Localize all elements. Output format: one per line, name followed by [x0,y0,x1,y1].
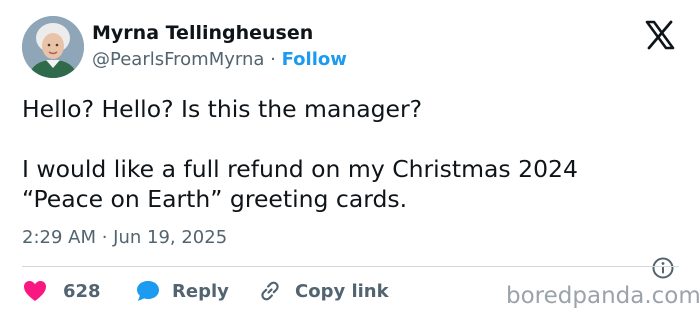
watermark: boredpanda.com [506,283,700,309]
separator-dot: · [270,49,276,70]
x-logo-icon[interactable] [644,20,676,50]
reply-button[interactable]: Reply [135,276,229,306]
tweet-timestamp[interactable]: 2:29 AM · Jun 19, 2025 [22,227,227,248]
tweet-line: I would like a full refund on my Christm… [22,155,578,183]
like-count: 628 [63,280,101,302]
author-name[interactable]: Myrna Tellingheusen [92,22,313,44]
copy-link-label: Copy link [295,280,389,302]
tweet-line: Hello? Hello? Is this the manager? [22,95,423,123]
divider [22,266,679,267]
author-handle[interactable]: @PearlsFromMyrna [92,49,264,70]
follow-button[interactable]: Follow [282,49,347,70]
copy-link-button[interactable]: Copy link [258,276,389,306]
link-icon [261,281,279,301]
reply-label: Reply [172,280,229,302]
heart-icon [24,281,46,301]
tweet-text: Hello? Hello? Is this the manager? I wou… [22,94,682,214]
like-button[interactable]: 628 [22,276,101,306]
handle-row: @PearlsFromMyrna · Follow [92,49,347,70]
tweet-line: “Peace on Earth” greeting cards. [22,185,408,213]
speech-bubble-icon [137,281,159,301]
avatar[interactable] [22,16,84,78]
